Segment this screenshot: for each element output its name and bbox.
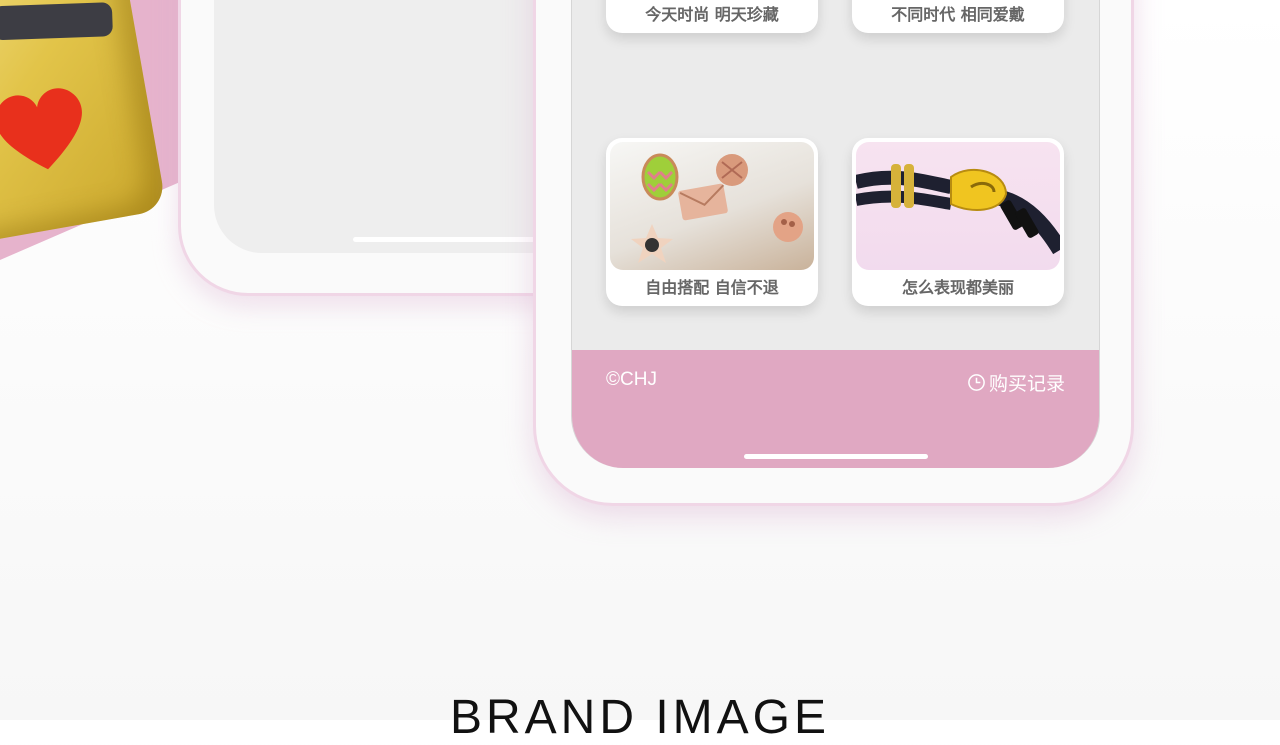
product-image <box>856 142 1060 270</box>
brand-image-heading: BRAND IMAGE <box>449 691 831 744</box>
product-card[interactable]: 不同时代 相同爱戴 <box>852 0 1064 33</box>
product-card[interactable]: 自由搭配 自信不退 <box>606 138 818 306</box>
phone-screen: 今天时尚 明天珍藏 不同时代 相同爱戴 自由搭配 自信不退 怎么表现都美丽 ©C… <box>571 0 1100 468</box>
product-card-caption: 自由搭配 自信不退 <box>645 278 779 297</box>
copyright-label: ©CHJ <box>606 369 657 390</box>
cube-slot <box>0 2 113 41</box>
product-card-caption: 怎么表现都美丽 <box>901 278 1014 297</box>
purchase-history-link[interactable]: 购买记录 <box>967 369 1065 396</box>
screen-footer: ©CHJ 购买记录 <box>572 350 1099 468</box>
product-card[interactable]: 今天时尚 明天珍藏 <box>606 0 818 33</box>
front-phone-mockup: 今天时尚 明天珍藏 不同时代 相同爱戴 自由搭配 自信不退 怎么表现都美丽 ©C… <box>533 0 1134 506</box>
product-card-caption: 不同时代 相同爱戴 <box>891 5 1025 24</box>
clock-icon <box>968 374 985 391</box>
leather-bracelet-illustration <box>856 164 1060 255</box>
purchase-history-label: 购买记录 <box>988 373 1065 395</box>
product-card-caption: 今天时尚 明天珍藏 <box>645 5 779 24</box>
home-indicator <box>744 454 928 459</box>
back-phone-home-indicator <box>353 237 553 242</box>
heart-icon <box>0 88 82 170</box>
gold-beads-illustration <box>631 153 803 263</box>
product-card[interactable]: 怎么表现都美丽 <box>852 138 1064 306</box>
product-image <box>610 142 814 270</box>
